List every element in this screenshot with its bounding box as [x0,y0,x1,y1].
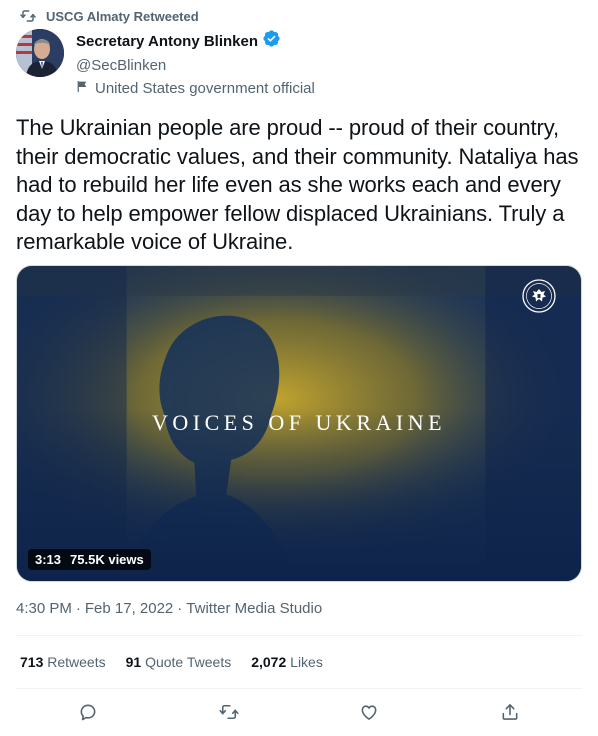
likes-label: Likes [290,654,323,670]
author-block: Secretary Antony Blinken @SecBlinken Uni… [76,29,315,97]
quote-tweets-stat[interactable]: 91 Quote Tweets [126,654,232,670]
share-button[interactable] [499,703,521,725]
tweet-text: The Ukrainian people are proud -- proud … [16,115,579,254]
video-player[interactable]: VOICES OF UKRAINE 3:13 75.5K views [16,265,582,582]
likes-count: 2,072 [251,654,287,670]
video-views: 75.5K views [70,552,144,567]
like-button[interactable] [358,703,380,725]
likes-stat[interactable]: 2,072 Likes [251,654,323,670]
reply-icon [78,702,98,727]
reply-button[interactable] [77,703,99,725]
government-flag-icon [76,80,89,97]
quote-tweets-label: Quote Tweets [145,654,232,670]
government-label-text: United States government official [95,80,315,97]
retweet-banner-text: USCG Almaty Retweeted [46,8,199,24]
meta-separator: · [75,600,81,617]
divider [16,635,582,636]
author-name[interactable]: Secretary Antony Blinken [76,33,258,50]
divider [16,688,582,689]
government-label[interactable]: United States government official [76,80,315,97]
tweet-date[interactable]: Feb 17, 2022 [85,600,173,617]
verified-badge-icon [262,29,281,53]
retweet-icon [20,8,36,24]
quote-tweets-count: 91 [125,654,142,670]
retweet-banner[interactable]: USCG Almaty Retweeted [20,8,199,24]
video-title: VOICES OF UKRAINE [151,410,447,435]
meta-separator: · [177,600,183,617]
retweets-stat[interactable]: 713 Retweets [20,654,106,670]
author-handle[interactable]: @SecBlinken [76,57,315,74]
video-duration: 3:13 [35,552,62,567]
retweet-icon [219,702,239,727]
video-stats-badge: 3:13 75.5K views [28,549,151,570]
tweet-stats: 713 Retweets 91 Quote Tweets 2,072 Likes [20,654,323,670]
retweets-count: 713 [20,654,44,670]
action-bar [0,703,598,725]
tweet-time[interactable]: 4:30 PM [16,600,72,617]
tweet-source[interactable]: Twitter Media Studio [186,600,322,617]
share-icon [500,702,520,727]
state-department-seal-icon [522,279,556,313]
avatar[interactable] [16,29,64,77]
tweet-meta: 4:30 PM · Feb 17, 2022 · Twitter Media S… [16,600,322,617]
retweets-label: Retweets [47,654,106,670]
retweet-button[interactable] [218,703,240,725]
like-icon [359,702,379,727]
